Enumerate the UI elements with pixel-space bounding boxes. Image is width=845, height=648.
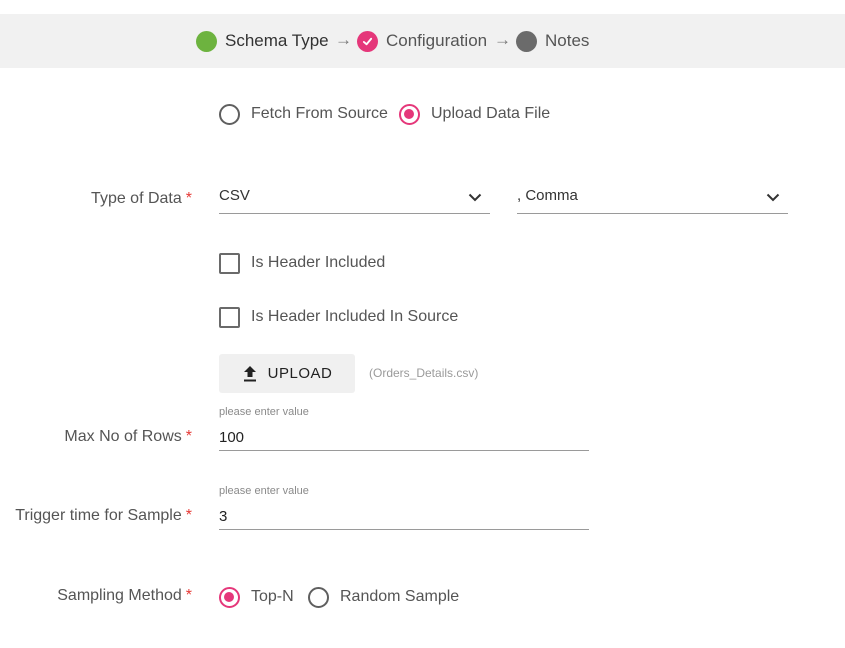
trigger-time-input[interactable] <box>219 504 589 530</box>
uploaded-file-name: (Orders_Details.csv) <box>369 366 479 380</box>
upload-button-label: UPLOAD <box>267 365 333 382</box>
data-format-select[interactable]: CSV <box>219 180 490 214</box>
required-mark: * <box>185 428 192 445</box>
delimiter-value: , Comma <box>517 187 578 204</box>
radio-label-upload-data-file: Upload Data File <box>431 105 551 122</box>
chevron-down-icon <box>468 193 482 202</box>
required-mark: * <box>185 190 192 207</box>
max-rows-input[interactable] <box>219 425 589 451</box>
max-rows-label: Max No of Rows * <box>64 428 192 445</box>
delimiter-select[interactable]: , Comma <box>517 180 788 214</box>
data-format-value: CSV <box>219 187 250 204</box>
checkbox-header-included-in-source[interactable] <box>219 307 240 328</box>
radio-upload-data-file[interactable] <box>399 104 420 125</box>
radio-label-fetch-from-source: Fetch From Source <box>251 105 388 122</box>
type-of-data-label: Type of Data * <box>91 190 192 207</box>
radio-label-random-sample: Random Sample <box>340 588 460 605</box>
checkbox-header-included[interactable] <box>219 253 240 274</box>
arrow-right-icon: → <box>335 30 352 49</box>
required-mark: * <box>185 587 192 604</box>
radio-fetch-from-source[interactable] <box>219 104 240 125</box>
upload-button[interactable]: UPLOAD <box>219 354 355 393</box>
arrow-right-icon: → <box>494 30 511 49</box>
step-label: Schema Type <box>225 31 329 50</box>
radio-top-n[interactable] <box>219 587 240 608</box>
chevron-down-icon <box>766 193 780 202</box>
check-icon <box>357 30 378 52</box>
step-label: Notes <box>545 31 590 50</box>
trigger-time-label: Trigger time for Sample * <box>15 507 192 524</box>
sampling-method-label: Sampling Method * <box>57 587 192 604</box>
step-notes[interactable]: Notes <box>516 14 589 68</box>
max-rows-hint: please enter value <box>219 406 309 418</box>
stepper: Schema Type → Configuration → Notes <box>0 14 845 68</box>
step-schema-type[interactable]: Schema Type <box>196 14 329 68</box>
required-mark: * <box>185 507 192 524</box>
checkbox-label-header-included: Is Header Included <box>251 254 386 271</box>
radio-label-top-n: Top-N <box>251 588 294 605</box>
checkbox-label-header-included-in-source: Is Header Included In Source <box>251 308 459 325</box>
step-pending-icon <box>516 30 537 52</box>
trigger-time-hint: please enter value <box>219 485 309 497</box>
radio-random-sample[interactable] <box>308 587 329 608</box>
step-configuration[interactable]: Configuration <box>357 14 487 68</box>
step-completed-icon <box>196 30 217 52</box>
step-label: Configuration <box>386 31 488 50</box>
upload-icon <box>243 365 256 381</box>
